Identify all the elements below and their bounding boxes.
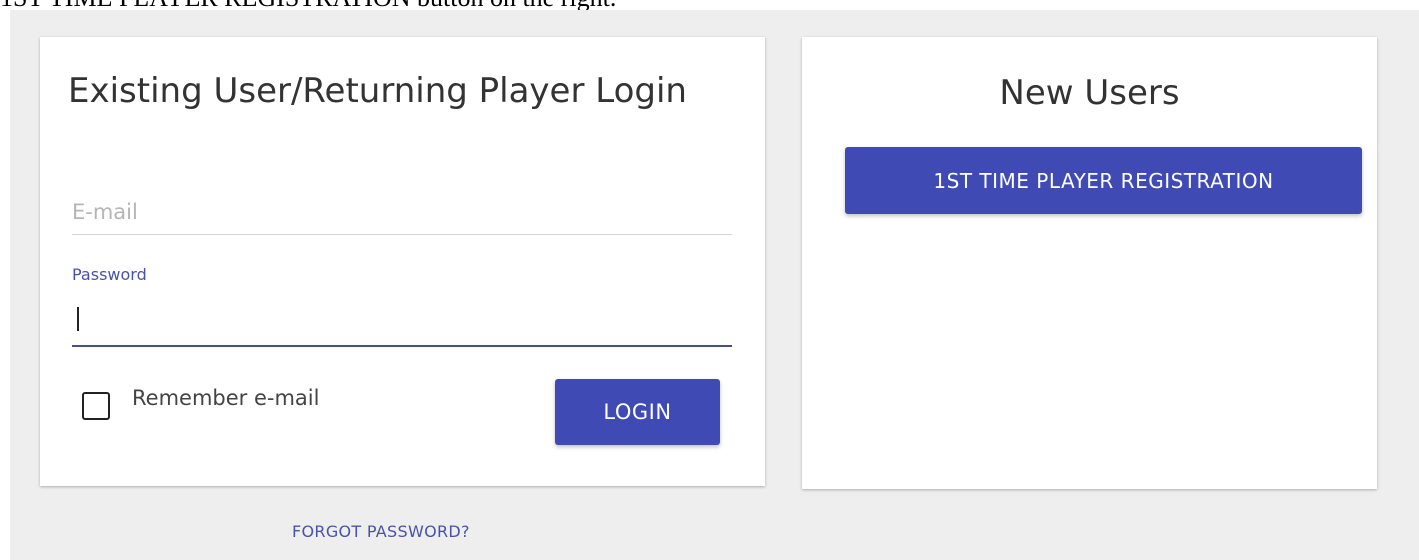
- new-users-card: New Users 1ST TIME PLAYER REGISTRATION: [802, 37, 1377, 489]
- remember-email-checkbox[interactable]: [82, 392, 110, 420]
- login-title: Existing User/Returning Player Login: [68, 71, 687, 111]
- remember-email-option[interactable]: Remember e-mail: [82, 386, 319, 420]
- password-input[interactable]: [72, 295, 732, 347]
- email-field: [72, 192, 732, 235]
- new-users-title: New Users: [999, 73, 1180, 113]
- text-caret: [77, 307, 79, 331]
- password-label: Password: [72, 265, 147, 284]
- remember-email-label: Remember e-mail: [132, 386, 320, 410]
- page-background: Existing User/Returning Player Login Pas…: [10, 10, 1419, 560]
- first-time-registration-button[interactable]: 1ST TIME PLAYER REGISTRATION: [845, 147, 1362, 214]
- forgot-password-link[interactable]: FORGOT PASSWORD?: [292, 522, 470, 541]
- login-card: Existing User/Returning Player Login Pas…: [40, 37, 765, 486]
- login-button[interactable]: LOGIN: [555, 379, 720, 445]
- email-input[interactable]: [72, 200, 732, 224]
